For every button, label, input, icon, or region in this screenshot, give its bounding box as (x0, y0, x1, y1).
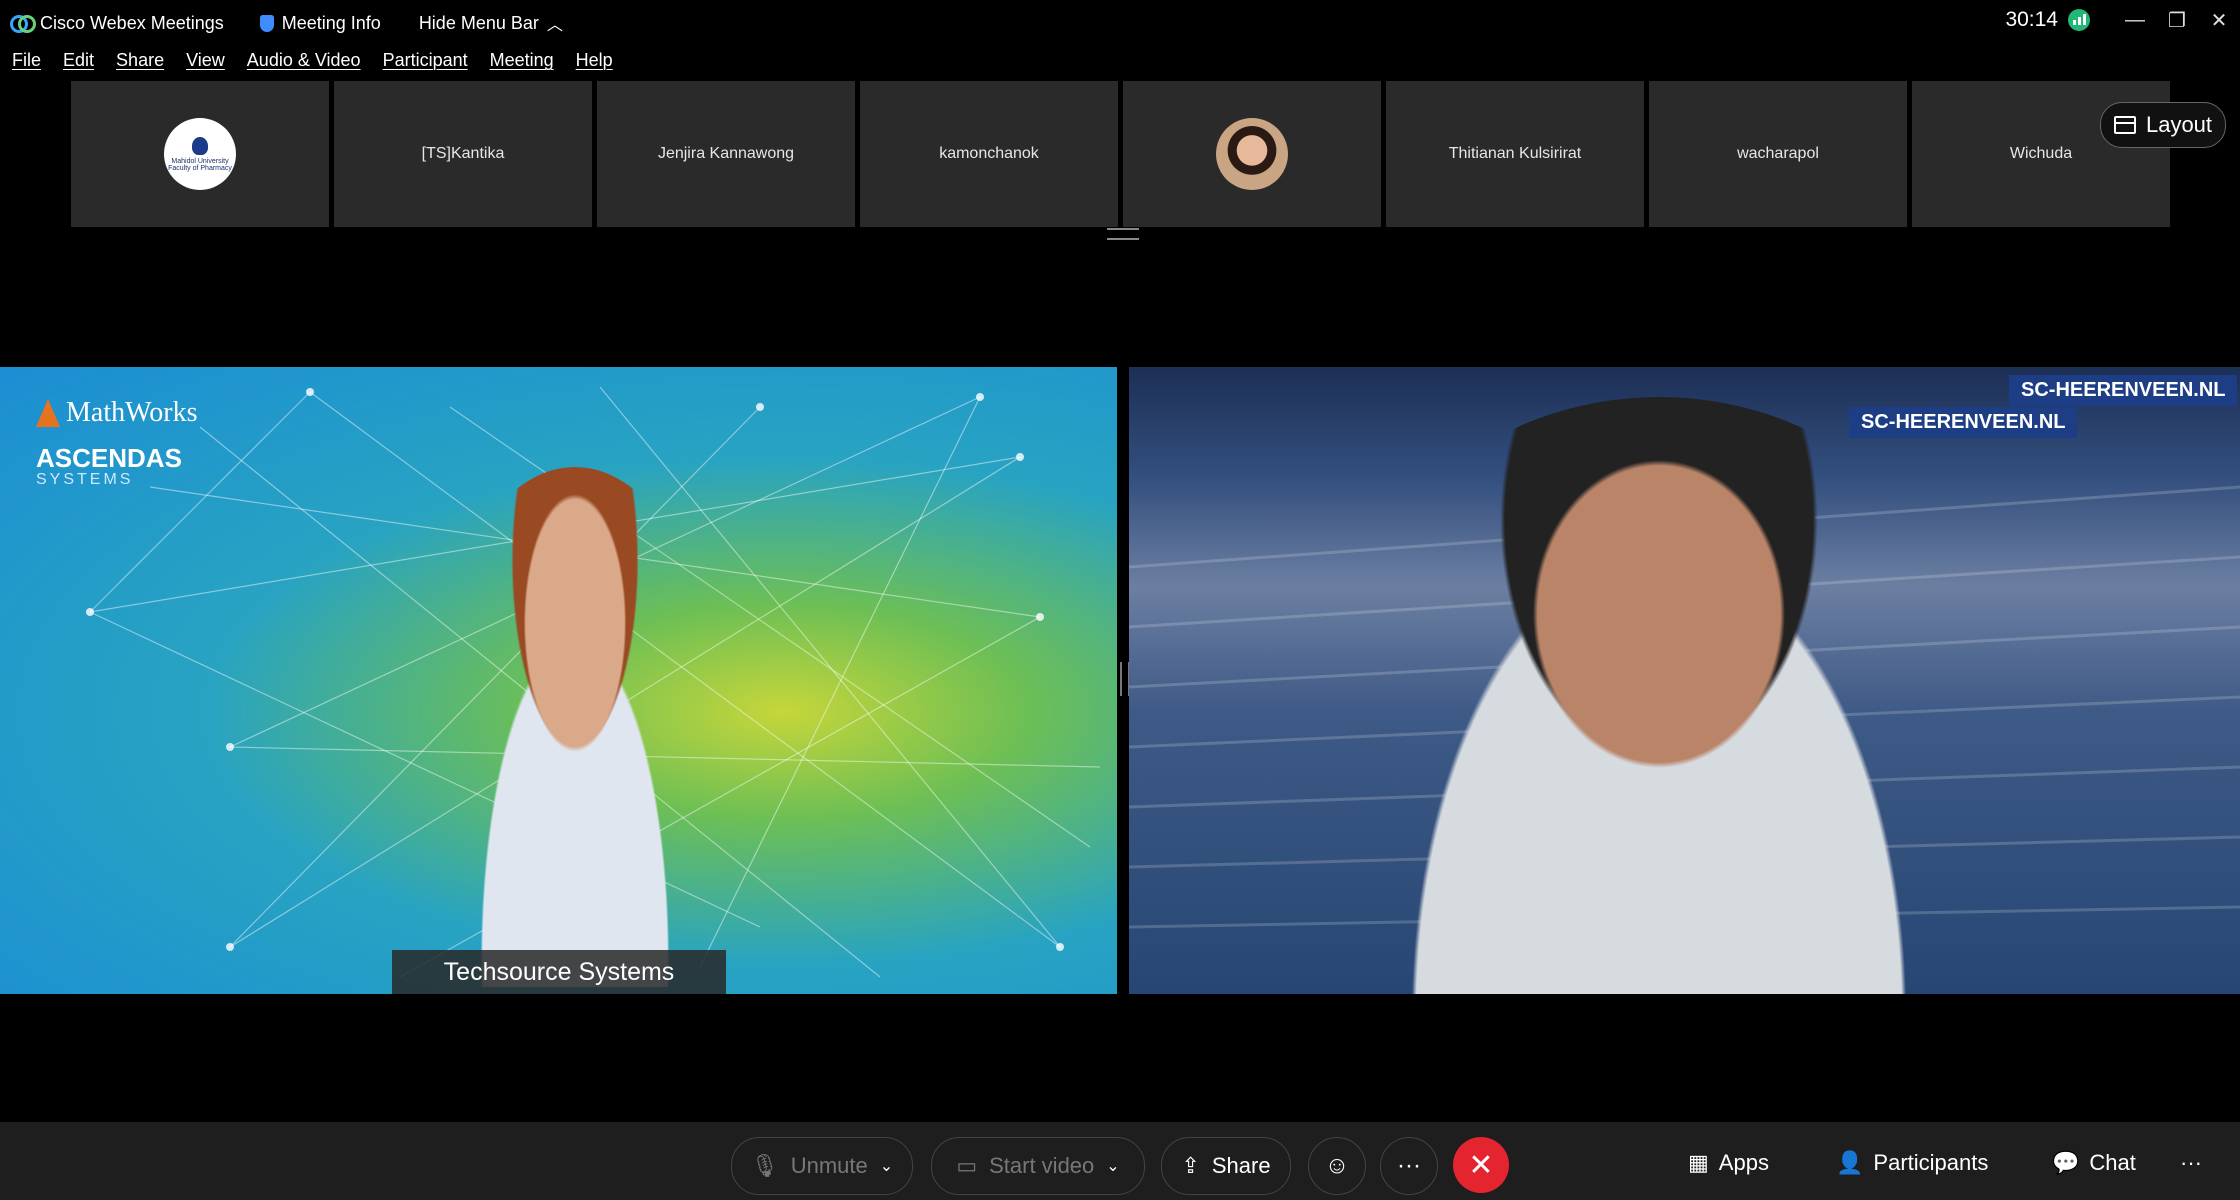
avatar: Mahidol University Faculty of Pharmacy (164, 118, 236, 190)
participant-strip: Mahidol University Faculty of Pharmacy [… (71, 81, 2170, 227)
ascendas-logo: ASCENDAS (36, 443, 182, 473)
menu-help[interactable]: Help (576, 50, 613, 71)
share-label: Share (1211, 1153, 1271, 1178)
hide-menu-bar-label: Hide Menu Bar (418, 12, 539, 33)
participants-button[interactable]: 👤 Participants (1836, 1150, 1988, 1176)
name-label-text: Techsource Systems (443, 957, 675, 986)
participants-label: Participants (1873, 1150, 1989, 1175)
menu-audio-video[interactable]: Audio & Video (247, 50, 361, 71)
minimize-icon[interactable]: — (2114, 0, 2156, 40)
strip-resize-handle[interactable] (1107, 228, 1139, 240)
unmute-button[interactable]: 🎙 Unmute ⌄ (731, 1137, 913, 1195)
start-video-label: Start video (989, 1153, 1095, 1178)
participant-tile[interactable]: Jenjira Kannawong (597, 81, 855, 227)
stadium-banner: SC-HEERENVEEN.NL (2009, 375, 2238, 406)
meeting-control-bar: 🎙 Unmute ⌄ ▭ Start video ⌄ ⇪ Share ☺ ···… (0, 1122, 2240, 1200)
network-signal-icon[interactable] (2068, 9, 2090, 31)
banner-text: SC-HEERENVEEN.NL (1861, 411, 2066, 433)
hide-menu-bar-button[interactable]: Hide Menu Bar ︿ (419, 11, 563, 35)
reaction-icon: ☺ (1324, 1152, 1350, 1179)
menu-share[interactable]: Share (116, 50, 164, 71)
mathworks-icon (36, 399, 60, 427)
participant-tile[interactable]: Thitianan Kulsirirat (1386, 81, 1644, 227)
participant-tile[interactable]: Mahidol University Faculty of Pharmacy (71, 81, 329, 227)
menu-edit[interactable]: Edit (63, 50, 94, 71)
chevron-up-icon: ︿ (546, 17, 563, 34)
menu-file[interactable]: File (12, 50, 41, 71)
start-video-button[interactable]: ▭ Start video ⌄ (931, 1137, 1145, 1195)
layout-icon (2113, 116, 2136, 134)
menu-participant[interactable]: Participant (383, 50, 468, 71)
university-seal-icon (192, 136, 208, 155)
more-icon: ··· (2180, 1150, 2202, 1175)
participant-name: Jenjira Kannawong (657, 145, 795, 162)
video-off-icon: ▭ (956, 1153, 978, 1178)
apps-icon: ▦ (1688, 1150, 1709, 1175)
participant-name-label: Techsource Systems (392, 950, 726, 994)
chat-icon: 💬 (2052, 1150, 2080, 1175)
unmute-label: Unmute (790, 1153, 868, 1178)
share-icon: ⇪ (1181, 1153, 1200, 1178)
chat-button[interactable]: 💬 Chat (2052, 1150, 2136, 1176)
participant-tile[interactable]: wacharapol (1649, 81, 1907, 227)
mathworks-logo: MathWorks (36, 397, 198, 429)
app-title: Cisco Webex Meetings (40, 12, 224, 33)
more-options-button[interactable]: ··· (1380, 1137, 1438, 1195)
microphone-muted-icon: 🎙 (750, 1153, 779, 1178)
share-button[interactable]: ⇪ Share (1161, 1137, 1291, 1195)
participant-name: [TS]Kantika (421, 145, 505, 162)
leave-meeting-button[interactable]: ✕ (1453, 1137, 1509, 1193)
menu-view[interactable]: View (186, 50, 225, 71)
app-title-group: Cisco Webex Meetings (10, 13, 224, 34)
menu-bar: File Edit Share View Audio & Video Parti… (12, 50, 613, 71)
brand-logos: MathWorks ASCENDAS SYSTEMS (36, 397, 198, 489)
avatar (1216, 118, 1288, 190)
participant-tile[interactable]: [TS]Kantika (334, 81, 592, 227)
close-icon: ✕ (1468, 1148, 1494, 1182)
avatar-logo-line2: Faculty of Pharmacy (168, 164, 232, 172)
presenter-silhouette (430, 467, 720, 987)
apps-label: Apps (1718, 1150, 1769, 1175)
avatar-logo-line1: Mahidol University (171, 157, 229, 165)
ascendas-subtext: SYSTEMS (36, 471, 134, 488)
meeting-info-label: Meeting Info (281, 12, 381, 33)
title-bar: Cisco Webex Meetings Meeting Info Hide M… (0, 0, 2240, 46)
layout-label: Layout (2145, 112, 2213, 137)
video-tile-left[interactable]: MathWorks ASCENDAS SYSTEMS Techsource Sy… (0, 367, 1117, 994)
reactions-button[interactable]: ☺ (1308, 1137, 1366, 1195)
stadium-banner: SC-HEERENVEEN.NL (1849, 407, 2078, 438)
chevron-down-icon[interactable]: ⌄ (880, 1156, 893, 1176)
timer-value: 30:14 (2005, 8, 2058, 31)
menu-meeting[interactable]: Meeting (490, 50, 554, 71)
apps-button[interactable]: ▦ Apps (1688, 1150, 1769, 1176)
participant-name: wacharapol (1737, 145, 1819, 162)
participant-name: kamonchanok (939, 145, 1039, 162)
banner-text: SC-HEERENVEEN.NL (2021, 379, 2226, 401)
webex-logo-icon (10, 15, 36, 33)
speaker-silhouette (1329, 397, 1989, 994)
participant-tile[interactable]: kamonchanok (860, 81, 1118, 227)
participants-icon: 👤 (1836, 1150, 1864, 1175)
chevron-down-icon[interactable]: ⌄ (1106, 1156, 1119, 1176)
shield-icon (259, 14, 274, 32)
participant-tile[interactable] (1123, 81, 1381, 227)
window-controls: — ❐ ✕ (2114, 0, 2240, 40)
meeting-timer: 30:14 (2005, 8, 2090, 32)
restore-icon[interactable]: ❐ (2156, 0, 2198, 40)
layout-button[interactable]: Layout (2100, 102, 2226, 148)
video-tile-right[interactable]: SC-HEERENVEEN.NL SC-HEERENVEEN.NL (1129, 367, 2240, 994)
participant-name: Wichuda (2009, 145, 2073, 162)
more-icon: ··· (1397, 1152, 1421, 1179)
chat-label: Chat (2089, 1150, 2136, 1175)
mathworks-text: MathWorks (66, 397, 198, 428)
meeting-info-button[interactable]: Meeting Info (259, 12, 381, 34)
overflow-menu-button[interactable]: ··· (2180, 1150, 2202, 1176)
participant-name: Thitianan Kulsirirat (1448, 145, 1582, 162)
close-window-icon[interactable]: ✕ (2198, 0, 2240, 40)
